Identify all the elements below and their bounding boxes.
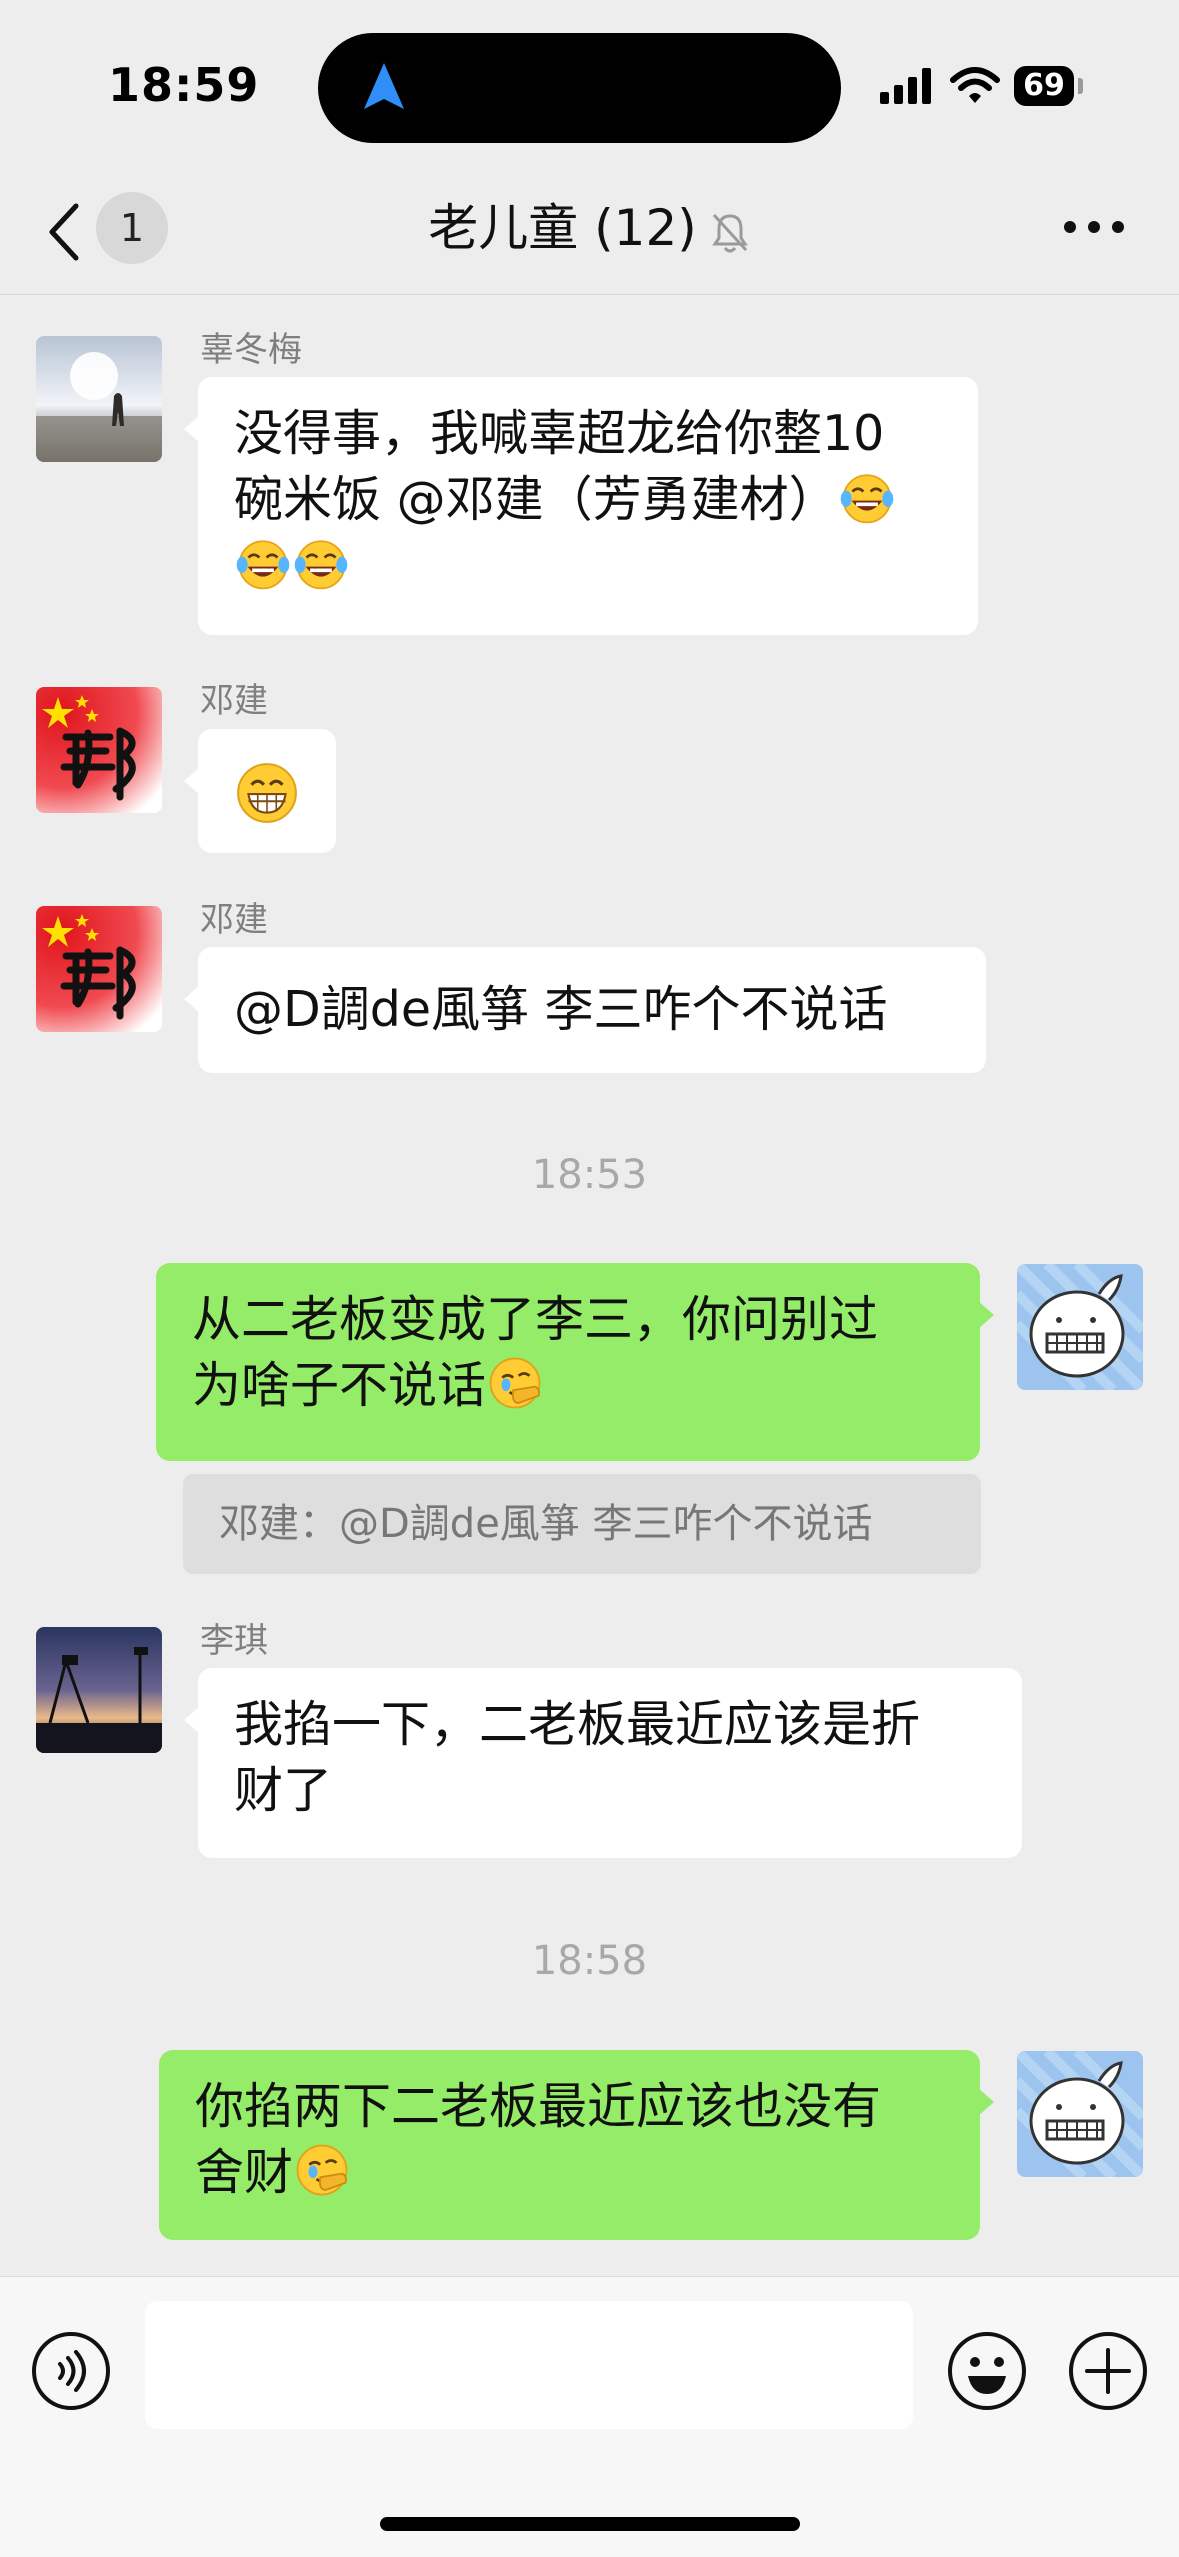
message-text-line: 你掐两下二老板最近应该也没有: [195, 2078, 882, 2135]
message-bubble[interactable]: @D調de風箏 李三咋个不说话: [184, 947, 986, 1073]
message-emoji-line: [234, 533, 942, 599]
beach-photo-avatar-image: [36, 336, 162, 462]
message-text-line: 碗米饭 @邓建（芳勇建材）: [234, 467, 942, 533]
navigation-arrow-icon: [364, 63, 404, 109]
message-text-line: 财了: [234, 1762, 333, 1819]
chat-title: 老儿童 (12): [0, 192, 1179, 264]
wifi-icon: [950, 67, 1000, 103]
quoted-message[interactable]: 邓建：@D調de風箏 李三咋个不说话: [183, 1474, 981, 1574]
flag-calligraphy-avatar-image: [36, 687, 162, 813]
dynamic-island: [318, 33, 841, 143]
battery-level: 69: [1014, 66, 1074, 106]
ellipsis-icon[interactable]: [1062, 215, 1126, 239]
chat-header: 1 老儿童 (12): [0, 170, 1179, 295]
sender-name: 邓建: [200, 900, 268, 940]
cellular-signal-icon: [880, 68, 931, 104]
grinning-emoji-icon: [234, 760, 300, 826]
voice-icon[interactable]: [30, 2330, 112, 2412]
message-text: 碗米饭 @邓建（芳勇建材）: [234, 471, 838, 528]
message-text-line: 没得事，我喊辜超龙给你整10: [234, 405, 885, 462]
facepalm-emoji-icon: [293, 2141, 351, 2199]
timestamp: 18:53: [531, 1152, 648, 1198]
chevron-left-icon[interactable]: [44, 200, 84, 264]
message-text-line: 从二老板变成了李三，你问别过: [192, 1291, 879, 1348]
unread-count-badge[interactable]: 1: [96, 192, 168, 264]
sender-name: 辜冬梅: [200, 330, 302, 370]
avatar-self[interactable]: [1017, 1264, 1143, 1390]
timestamp: 18:58: [531, 1938, 648, 1984]
message-text-line: 我掐一下，二老板最近应该是折: [234, 1696, 921, 1753]
cartoon-avatar-image: [1017, 1264, 1143, 1390]
laughing-tears-emoji-icon: [838, 468, 896, 526]
input-bar: [0, 2276, 1179, 2557]
message-text: 舍财: [195, 2144, 294, 2201]
bell-slash-icon: [711, 213, 748, 252]
battery-tip: [1078, 78, 1083, 94]
message-bubble-self[interactable]: 你掐两下二老板最近应该也没有 舍财: [159, 2050, 994, 2240]
chat-title-text[interactable]: 老儿童 (12): [428, 199, 697, 257]
smiley-icon[interactable]: [946, 2330, 1028, 2412]
message-bubble[interactable]: [184, 729, 336, 853]
sender-name: 李琪: [200, 1621, 268, 1661]
message-bubble[interactable]: 没得事，我喊辜超龙给你整10 碗米饭 @邓建（芳勇建材）: [184, 377, 978, 635]
message-text: @D調de風箏 李三咋个不说话: [234, 981, 888, 1038]
avatar-sender-2[interactable]: [36, 687, 162, 813]
sunset-avatar-image: [36, 1627, 162, 1753]
message-text: 为啥子不说话: [192, 1357, 487, 1414]
avatar-self[interactable]: [1017, 2051, 1143, 2177]
plus-circle-icon[interactable]: [1067, 2330, 1149, 2412]
avatar-sender-3[interactable]: [36, 906, 162, 1032]
status-time: 18:59: [108, 58, 260, 112]
message-input[interactable]: [145, 2301, 913, 2429]
message-bubble-self[interactable]: 从二老板变成了李三，你问别过 为啥子不说话: [156, 1263, 994, 1461]
avatar-sender-4[interactable]: [36, 1627, 162, 1753]
home-indicator: [380, 2517, 800, 2531]
flag-calligraphy-avatar-image: [36, 906, 162, 1032]
facepalm-emoji-icon: [486, 1354, 544, 1412]
laughing-tears-emoji-icon: [292, 534, 350, 592]
avatar-sender-1[interactable]: [36, 336, 162, 462]
status-bar: 18:59 69: [0, 0, 1179, 170]
sender-name: 邓建: [200, 681, 268, 721]
cartoon-avatar-image: [1017, 2051, 1143, 2177]
laughing-tears-emoji-icon: [234, 534, 292, 592]
message-bubble[interactable]: 我掐一下，二老板最近应该是折 财了: [184, 1668, 1022, 1858]
message-text-line: 为啥子不说话: [192, 1353, 944, 1419]
message-text-line: 舍财: [195, 2140, 944, 2206]
